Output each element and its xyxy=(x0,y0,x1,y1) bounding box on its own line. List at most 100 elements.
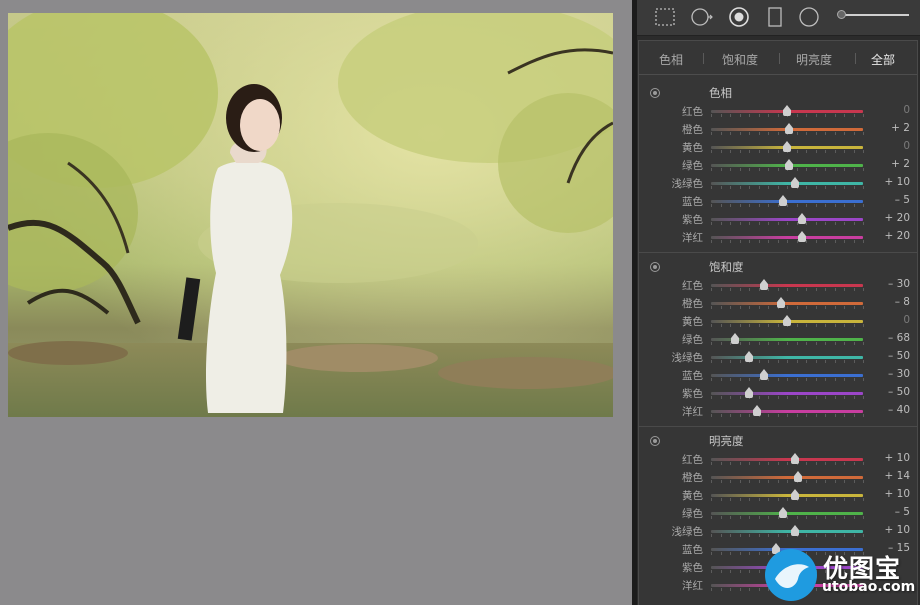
slider-value[interactable]: + 20 xyxy=(885,230,911,242)
slider-value[interactable]: – 5 xyxy=(895,506,910,518)
slider-label: 橙色 xyxy=(682,298,703,310)
watermark-logo: 优图宝 utobao.com xyxy=(765,545,920,605)
slider-value[interactable]: – 50 xyxy=(888,350,910,362)
slider-track[interactable] xyxy=(711,302,863,305)
slider-value[interactable]: 0 xyxy=(903,314,910,326)
slider-track[interactable] xyxy=(711,458,863,461)
slider-label: 红色 xyxy=(682,454,703,466)
slider-row: 紫色 + 20 xyxy=(639,210,917,228)
slider-value[interactable]: + 10 xyxy=(885,488,911,500)
slider-row: 橙色 + 14 xyxy=(639,468,917,486)
target-adjust-icon[interactable] xyxy=(650,262,660,272)
brush-size-slider-track[interactable] xyxy=(839,14,909,16)
slider-row: 蓝色 – 30 xyxy=(639,366,917,384)
tool-strip xyxy=(637,0,920,36)
slider-value[interactable]: + 10 xyxy=(885,176,911,188)
slider-value[interactable]: – 50 xyxy=(888,386,910,398)
slider-ticks xyxy=(711,396,864,399)
target-adjust-icon[interactable] xyxy=(650,88,660,98)
tab-luminance[interactable]: 明亮度 xyxy=(796,51,832,68)
slider-label: 橙色 xyxy=(682,124,703,136)
slider-label: 浅绿色 xyxy=(671,178,704,190)
slider-track[interactable] xyxy=(711,236,863,239)
brush-size-slider-knob[interactable] xyxy=(837,10,846,19)
slider-value[interactable]: + 2 xyxy=(891,122,910,134)
photo-scene xyxy=(8,13,613,417)
slider-track[interactable] xyxy=(711,494,863,497)
radial-filter-icon[interactable] xyxy=(797,5,821,29)
slider-value[interactable]: 0 xyxy=(903,104,910,116)
slider-track[interactable] xyxy=(711,530,863,533)
slider-ticks xyxy=(711,360,864,363)
spot-removal-icon[interactable] xyxy=(689,5,713,29)
slider-row: 洋红 – 40 xyxy=(639,402,917,420)
slider-row: 红色 + 10 xyxy=(639,450,917,468)
slider-value[interactable]: – 30 xyxy=(888,368,910,380)
section-title: 色相 xyxy=(709,86,732,100)
slider-label: 黄色 xyxy=(682,490,703,502)
slider-label: 黄色 xyxy=(682,142,703,154)
slider-label: 浅绿色 xyxy=(671,352,704,364)
slider-track[interactable] xyxy=(711,356,863,359)
slider-track[interactable] xyxy=(711,476,863,479)
slider-row: 黄色 0 xyxy=(639,312,917,330)
hsl-tabs: 色相 饱和度 明亮度 全部 xyxy=(639,41,917,75)
slider-value[interactable]: + 20 xyxy=(885,212,911,224)
target-adjust-icon[interactable] xyxy=(650,436,660,446)
slider-label: 洋红 xyxy=(682,232,703,244)
crop-overlay-icon[interactable] xyxy=(653,5,677,29)
slider-label: 蓝色 xyxy=(682,370,703,382)
slider-label: 紫色 xyxy=(682,388,703,400)
slider-value[interactable]: + 10 xyxy=(885,452,911,464)
slider-label: 紫色 xyxy=(682,562,703,574)
tab-separator xyxy=(855,53,856,64)
slider-ticks xyxy=(711,534,864,537)
slider-track[interactable] xyxy=(711,392,863,395)
tab-separator xyxy=(779,53,780,64)
slider-track[interactable] xyxy=(711,284,863,287)
slider-label: 橙色 xyxy=(682,472,703,484)
slider-label: 绿色 xyxy=(682,508,703,520)
slider-ticks xyxy=(711,306,864,309)
slider-track[interactable] xyxy=(711,374,863,377)
develop-panel: 色相 饱和度 明亮度 全部 色相 红色 0 橙色 + 2 黄色 0 绿色 + 2 浅绿色 + 10 蓝… xyxy=(632,0,920,605)
section-divider xyxy=(639,426,917,427)
slider-value[interactable]: – 8 xyxy=(895,296,910,308)
slider-value[interactable]: + 14 xyxy=(885,470,911,482)
hsl-panel: 色相 饱和度 明亮度 全部 色相 红色 0 橙色 + 2 黄色 0 绿色 + 2 浅绿色 + 10 蓝… xyxy=(638,40,918,605)
graduated-filter-icon[interactable] xyxy=(763,5,787,29)
slider-label: 浅绿色 xyxy=(671,526,704,538)
red-eye-icon[interactable] xyxy=(727,5,751,29)
slider-ticks xyxy=(711,378,864,381)
slider-row: 绿色 – 68 xyxy=(639,330,917,348)
slider-label: 绿色 xyxy=(682,160,703,172)
tab-hue[interactable]: 色相 xyxy=(659,51,683,68)
slider-label: 蓝色 xyxy=(682,544,703,556)
slider-row: 紫色 – 50 xyxy=(639,384,917,402)
slider-track[interactable] xyxy=(711,218,863,221)
slider-row: 绿色 + 2 xyxy=(639,156,917,174)
slider-track[interactable] xyxy=(711,182,863,185)
slider-label: 红色 xyxy=(682,106,703,118)
slider-ticks xyxy=(711,414,864,417)
slider-value[interactable]: 0 xyxy=(903,140,910,152)
slider-row: 红色 – 30 xyxy=(639,276,917,294)
tab-all[interactable]: 全部 xyxy=(871,51,895,68)
slider-ticks xyxy=(711,516,864,519)
photo-image xyxy=(8,13,613,417)
watermark-url: utobao.com xyxy=(822,579,916,595)
slider-value[interactable]: + 2 xyxy=(891,158,910,170)
slider-value[interactable]: – 5 xyxy=(895,194,910,206)
slider-value[interactable]: – 30 xyxy=(888,278,910,290)
tab-saturation[interactable]: 饱和度 xyxy=(722,51,758,68)
slider-track[interactable] xyxy=(711,410,863,413)
slider-value[interactable]: – 68 xyxy=(888,332,910,344)
slider-value[interactable]: – 40 xyxy=(888,404,910,416)
slider-value[interactable]: + 10 xyxy=(885,524,911,536)
slider-label: 洋红 xyxy=(682,580,703,592)
section-title: 明亮度 xyxy=(709,434,744,448)
slider-row: 橙色 + 2 xyxy=(639,120,917,138)
section-divider xyxy=(639,252,917,253)
slider-label: 紫色 xyxy=(682,214,703,226)
slider-ticks xyxy=(711,204,864,207)
